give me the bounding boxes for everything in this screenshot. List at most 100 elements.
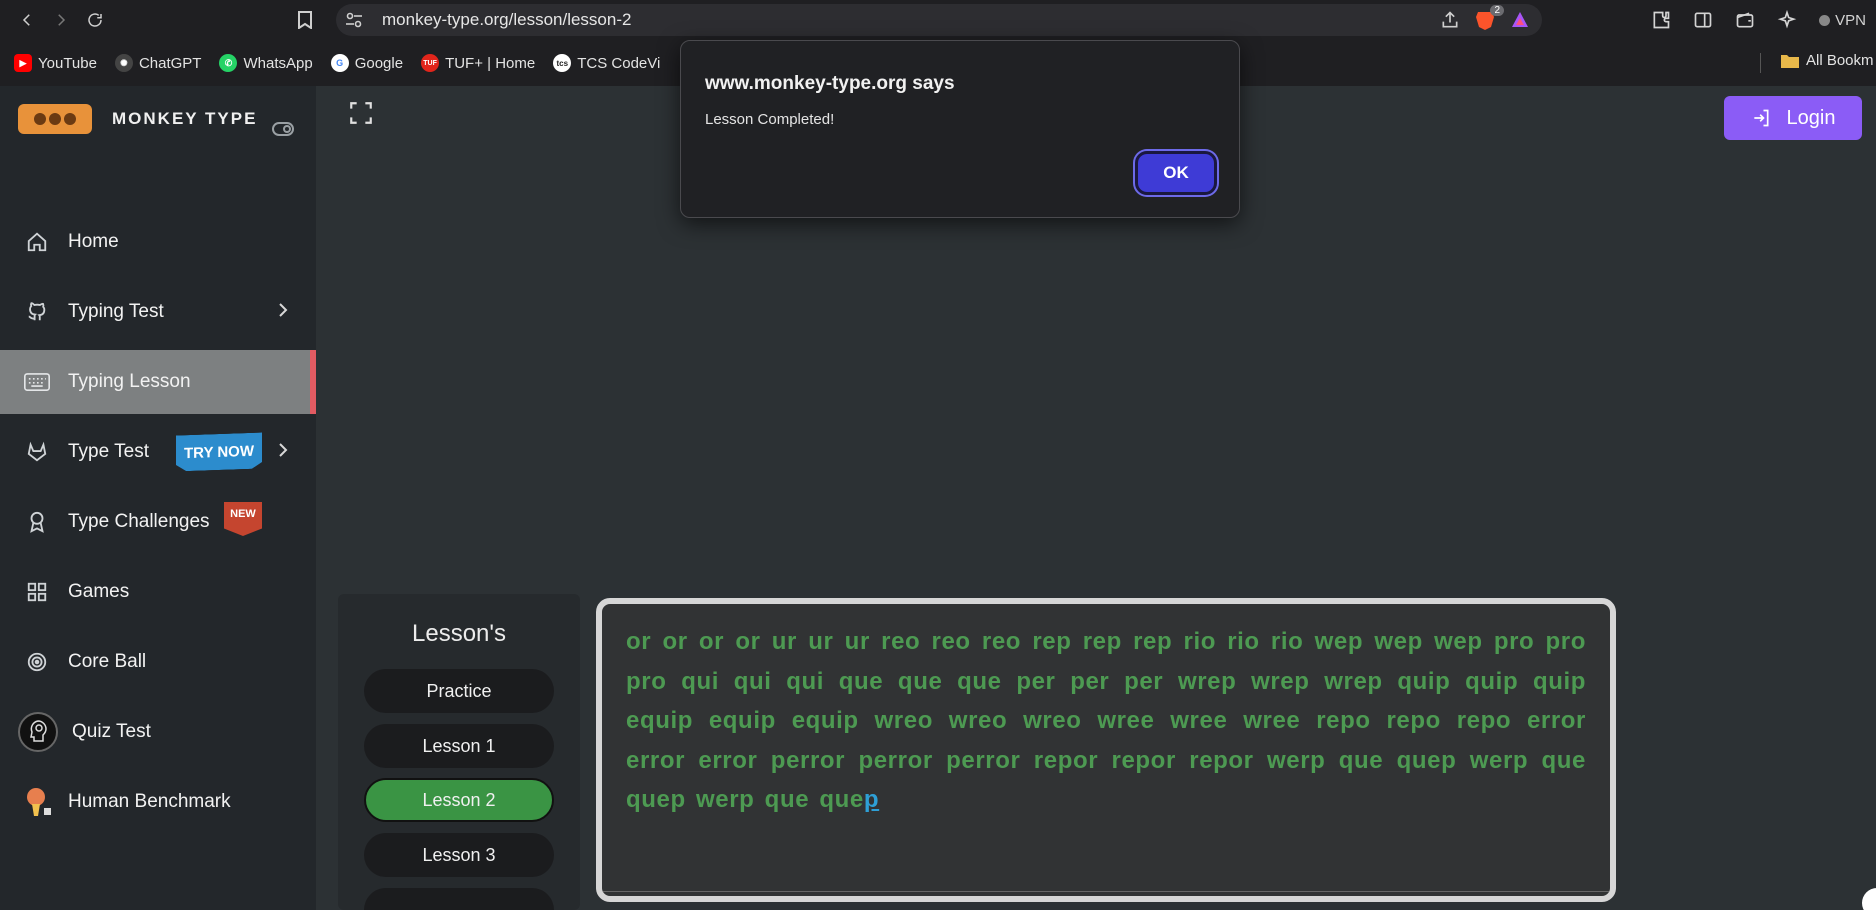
bookmark-tuf[interactable]: TUF TUF+ | Home: [421, 54, 535, 72]
gitlab-icon: [24, 439, 50, 465]
lessons-panel: Lesson's Practice Lesson 1 Lesson 2 Less…: [338, 594, 580, 910]
sidebar-item-label: Games: [68, 581, 130, 602]
sidebar-item-type-test[interactable]: Type Test TRY NOW: [0, 420, 316, 484]
sidebar-item-games[interactable]: Games: [0, 560, 316, 624]
brave-shields-button[interactable]: 2: [1474, 5, 1504, 31]
vpn-button[interactable]: VPN: [1819, 12, 1866, 29]
sidebar-item-core-ball[interactable]: Core Ball: [0, 630, 316, 694]
brand-logo[interactable]: MONKEY TYPE: [18, 104, 257, 134]
login-label: Login: [1786, 106, 1836, 129]
address-bar[interactable]: monkey-type.org/lesson/lesson-2 2: [336, 4, 1542, 36]
lessons-heading: Lesson's: [412, 620, 506, 647]
new-badge: NEW: [224, 502, 262, 536]
sidebar-item-label: Core Ball: [68, 651, 147, 672]
bookmark-label: ChatGPT: [138, 54, 202, 72]
chevron-right-icon: [278, 302, 288, 324]
chevron-right-icon: [278, 442, 288, 464]
typing-area-divider: [602, 891, 1610, 892]
bookmark-label: Google: [354, 54, 404, 72]
forward-button[interactable]: [44, 3, 78, 37]
sidebar-toggle-icon[interactable]: [1693, 10, 1713, 30]
reload-icon: [88, 13, 102, 27]
sidebar-item-label: Quiz Test: [72, 721, 151, 742]
site-settings-icon[interactable]: [336, 12, 372, 28]
target-icon: [24, 649, 50, 675]
home-icon: [24, 229, 50, 255]
ok-button[interactable]: OK: [1135, 151, 1217, 195]
whatsapp-icon: ✆: [219, 54, 238, 72]
extensions-icon[interactable]: [1651, 10, 1671, 30]
sidebar-item-label: Type Challenges: [68, 511, 210, 532]
bookmark-youtube[interactable]: ▶ YouTube: [14, 54, 97, 72]
lesson-button-practice[interactable]: Practice: [364, 669, 554, 713]
sidebar: MONKEY TYPE Home Typing Test Typing Less…: [0, 86, 316, 910]
reload-button[interactable]: [78, 3, 112, 37]
bookmark-label: WhatsApp: [243, 54, 313, 72]
dialog-title: www.monkey-type.org says: [705, 73, 955, 94]
alert-dialog: www.monkey-type.org says Lesson Complete…: [680, 40, 1240, 218]
tcs-icon: tcs: [553, 54, 572, 72]
brain-head-icon: [18, 712, 58, 752]
keyboard-icon: [24, 369, 50, 395]
browser-actions: VPN: [1651, 4, 1866, 36]
lesson-button-next[interactable]: [364, 888, 554, 910]
typed-text: or or or or ur ur ur reo reo reo rep rep…: [626, 622, 1586, 820]
all-bookmarks-label: All Bookm: [1806, 52, 1874, 69]
sidebar-item-label: Type Test: [68, 441, 149, 462]
fullscreen-icon: [350, 102, 372, 124]
brain-flame-icon: [22, 786, 54, 818]
vpn-label: VPN: [1835, 11, 1866, 29]
bookmark-chatgpt[interactable]: ✺ ChatGPT: [114, 54, 202, 72]
bookmark-whatsapp[interactable]: ✆ WhatsApp: [219, 54, 313, 72]
sidebar-item-typing-lesson[interactable]: Typing Lesson: [0, 350, 316, 414]
sidebar-item-label: Typing Lesson: [68, 371, 191, 392]
lesson-button-3[interactable]: Lesson 3: [364, 833, 554, 877]
leo-ai-icon[interactable]: [1777, 10, 1797, 30]
sidebar-item-label: Human Benchmark: [68, 791, 231, 812]
toggle-icon: [272, 122, 294, 136]
fullscreen-button[interactable]: [348, 100, 376, 128]
github-icon: [24, 299, 50, 325]
grid-icon: [24, 579, 50, 605]
back-button[interactable]: [10, 3, 44, 37]
lesson-button-2[interactable]: Lesson 2: [364, 778, 554, 822]
forward-arrow-icon: [58, 14, 66, 26]
sidebar-item-typing-test[interactable]: Typing Test: [0, 280, 316, 344]
bookmark-page-button[interactable]: [292, 7, 318, 33]
monkey-logo-icon: [18, 104, 92, 134]
typing-area[interactable]: or or or or ur ur ur reo reo reo rep rep…: [596, 598, 1616, 902]
bookmarks-separator: [1760, 53, 1761, 73]
back-arrow-icon: [22, 14, 30, 26]
tuf-icon: TUF: [421, 54, 440, 72]
sidebar-item-home[interactable]: Home: [0, 210, 316, 274]
all-bookmarks-folder[interactable]: All Bookm: [1780, 52, 1874, 69]
bookmark-label: TUF+ | Home: [445, 54, 536, 72]
sidebar-item-quiz-test[interactable]: Quiz Test: [0, 700, 316, 764]
wallet-icon[interactable]: [1735, 10, 1755, 30]
sidebar-item-type-challenges[interactable]: Type Challenges NEW: [0, 490, 316, 554]
sidebar-collapse-toggle[interactable]: [272, 122, 294, 141]
youtube-icon: ▶: [14, 54, 32, 72]
award-icon: [24, 509, 50, 535]
share-icon[interactable]: [1440, 10, 1460, 30]
lesson-button-1[interactable]: Lesson 1: [364, 724, 554, 768]
brave-rewards-icon[interactable]: [1510, 10, 1530, 30]
google-icon: G: [330, 54, 349, 72]
bookmark-icon: [298, 11, 312, 29]
sidebar-item-human-benchmark[interactable]: Human Benchmark: [0, 770, 316, 834]
sidebar-item-label: Home: [68, 231, 119, 252]
vpn-status-icon: [1819, 14, 1831, 26]
login-icon: [1753, 109, 1769, 127]
typed-text-content: or or or or ur ur ur reo reo reo rep rep…: [626, 628, 1586, 813]
url-text[interactable]: monkey-type.org/lesson/lesson-2: [382, 10, 631, 30]
bookmark-google[interactable]: G Google: [330, 54, 404, 72]
try-now-badge[interactable]: TRY NOW: [176, 432, 262, 471]
chatgpt-icon: ✺: [114, 54, 133, 72]
brand-name: MONKEY TYPE: [112, 109, 258, 128]
folder-icon: [1781, 54, 1799, 68]
bookmark-label: YouTube: [38, 54, 97, 72]
dialog-message: Lesson Completed!: [705, 111, 835, 128]
login-button[interactable]: Login: [1724, 96, 1862, 140]
bookmark-tcs[interactable]: tcs TCS CodeVi: [553, 54, 660, 72]
brave-badge-count: 2: [1490, 5, 1504, 16]
